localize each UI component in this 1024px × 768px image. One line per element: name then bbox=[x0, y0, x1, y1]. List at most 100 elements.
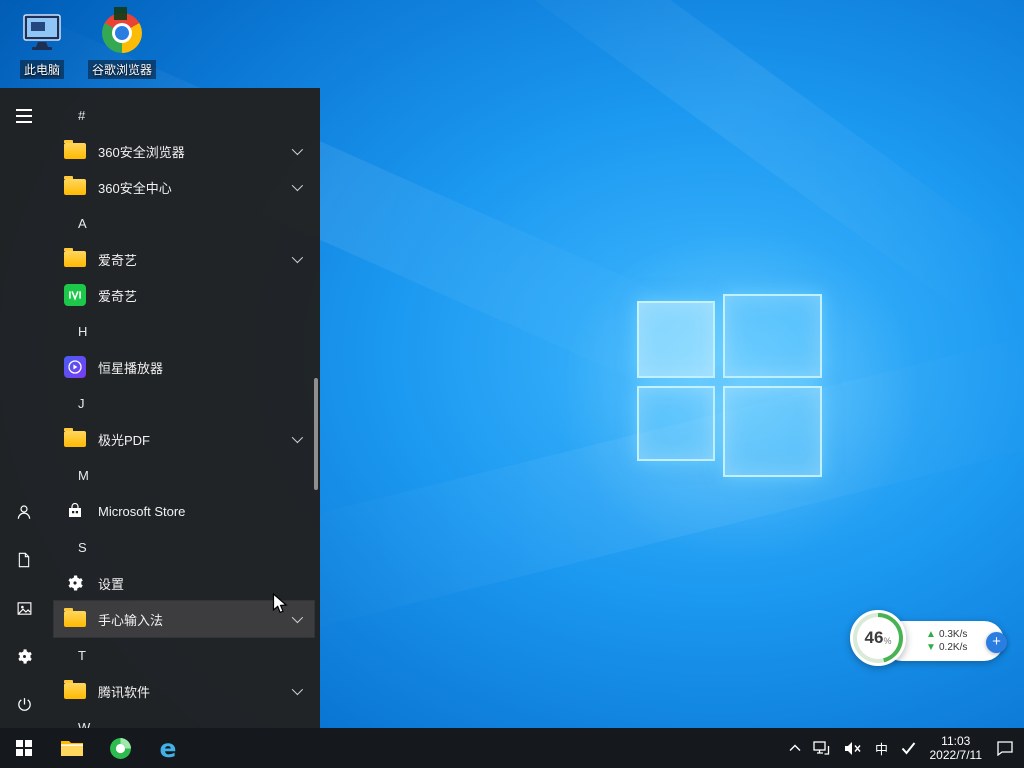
user-icon[interactable] bbox=[0, 488, 48, 536]
windows-logo-pane bbox=[637, 301, 715, 378]
start-app-list: # 360安全浏览器 360安全中心 A 爱奇艺 爱奇艺 H bbox=[48, 88, 320, 728]
start-item-label: 设置 bbox=[98, 574, 124, 593]
settings-gear-icon bbox=[64, 572, 86, 594]
iqiyi-icon bbox=[64, 284, 86, 306]
upload-speed: 0.3K/s bbox=[939, 629, 967, 641]
usage-percent-unit: % bbox=[883, 636, 891, 646]
upload-arrow-icon: ▲ bbox=[926, 629, 936, 641]
section-letter: W bbox=[64, 720, 90, 729]
microsoft-store-icon bbox=[64, 500, 86, 522]
start-section-t[interactable]: T bbox=[54, 637, 314, 673]
start-item-microsoft-store[interactable]: Microsoft Store bbox=[54, 493, 314, 529]
start-item-shouxin-ime[interactable]: 手心输入法 bbox=[54, 601, 314, 637]
start-section-m[interactable]: M bbox=[54, 457, 314, 493]
chevron-down-icon[interactable] bbox=[292, 252, 303, 263]
desktop-icon-this-pc[interactable]: 此电脑 bbox=[6, 8, 78, 79]
start-section-hash[interactable]: # bbox=[54, 97, 314, 133]
start-item-label: 腾讯软件 bbox=[98, 682, 150, 701]
start-item-label: 极光PDF bbox=[98, 430, 150, 449]
documents-icon[interactable] bbox=[0, 536, 48, 584]
this-pc-icon bbox=[20, 8, 64, 58]
start-item-label: 爱奇艺 bbox=[98, 250, 137, 269]
taskbar: e 中 11:03 2022/7/11 bbox=[0, 728, 1024, 768]
section-letter: A bbox=[64, 216, 87, 231]
power-icon[interactable] bbox=[0, 680, 48, 728]
download-speed: 0.2K/s bbox=[939, 642, 967, 654]
chevron-down-icon[interactable] bbox=[292, 432, 303, 443]
start-item-star-player[interactable]: 恒星播放器 bbox=[54, 349, 314, 385]
chevron-down-icon[interactable] bbox=[292, 144, 303, 155]
folder-icon bbox=[64, 431, 86, 447]
folder-icon bbox=[64, 683, 86, 699]
chevron-down-icon[interactable] bbox=[292, 612, 303, 623]
start-item-label: 爱奇艺 bbox=[98, 286, 137, 305]
folder-icon bbox=[64, 251, 86, 267]
start-section-s[interactable]: S bbox=[54, 529, 314, 565]
start-button[interactable] bbox=[0, 728, 48, 768]
folder-icon bbox=[64, 179, 86, 195]
green-browser-icon[interactable] bbox=[96, 728, 144, 768]
desktop-icon-label: 谷歌浏览器 bbox=[88, 60, 156, 79]
download-speed-row: ▼ 0.2K/s bbox=[926, 642, 967, 654]
section-letter: M bbox=[64, 468, 89, 483]
folder-icon bbox=[64, 143, 86, 159]
taskbar-clock[interactable]: 11:03 2022/7/11 bbox=[922, 728, 991, 768]
start-item-label: 360安全浏览器 bbox=[98, 142, 185, 161]
chevron-down-icon[interactable] bbox=[292, 684, 303, 695]
section-letter: H bbox=[64, 324, 87, 339]
start-item-label: 手心输入法 bbox=[98, 610, 163, 629]
float-ball-widget[interactable]: ▲ 0.3K/s ▼ 0.2K/s 46 % + bbox=[850, 608, 1010, 676]
start-item-iqiyi-app[interactable]: 爱奇艺 bbox=[54, 277, 314, 313]
start-menu: # 360安全浏览器 360安全中心 A 爱奇艺 爱奇艺 H bbox=[0, 88, 320, 728]
memory-usage-ball[interactable]: 46 % bbox=[850, 610, 906, 666]
hamburger-menu-icon[interactable] bbox=[0, 92, 48, 140]
start-item-label: 360安全中心 bbox=[98, 178, 172, 197]
start-item-settings[interactable]: 设置 bbox=[54, 565, 314, 601]
start-section-a[interactable]: A bbox=[54, 205, 314, 241]
upload-speed-row: ▲ 0.3K/s bbox=[926, 629, 967, 641]
chrome-badge bbox=[114, 7, 127, 20]
start-menu-scrollbar[interactable] bbox=[314, 378, 318, 490]
start-section-w[interactable]: W bbox=[54, 709, 314, 728]
download-arrow-icon: ▼ bbox=[926, 642, 936, 654]
pictures-icon[interactable] bbox=[0, 584, 48, 632]
chevron-down-icon[interactable] bbox=[292, 180, 303, 191]
file-explorer-icon[interactable] bbox=[48, 728, 96, 768]
windows-logo-pane bbox=[723, 386, 822, 477]
windows-logo-icon bbox=[16, 740, 32, 756]
settings-icon[interactable] bbox=[0, 632, 48, 680]
desktop-icons: 此电脑 谷歌浏览器 bbox=[6, 8, 166, 79]
start-item-jiguang-pdf[interactable]: 极光PDF bbox=[54, 421, 314, 457]
start-item-360-browser[interactable]: 360安全浏览器 bbox=[54, 133, 314, 169]
volume-muted-icon[interactable] bbox=[838, 728, 869, 768]
desktop-icon-label: 此电脑 bbox=[20, 60, 64, 79]
section-letter: # bbox=[64, 108, 85, 123]
start-item-360-center[interactable]: 360安全中心 bbox=[54, 169, 314, 205]
windows-logo-pane bbox=[637, 386, 715, 461]
start-item-tencent[interactable]: 腾讯软件 bbox=[54, 673, 314, 709]
ime-indicator[interactable]: 中 bbox=[869, 728, 895, 768]
start-item-label: Microsoft Store bbox=[98, 504, 185, 519]
network-icon[interactable] bbox=[807, 728, 838, 768]
folder-icon bbox=[64, 611, 86, 627]
star-player-icon bbox=[64, 356, 86, 378]
start-item-iqiyi-folder[interactable]: 爱奇艺 bbox=[54, 241, 314, 277]
desktop-icon-chrome[interactable]: 谷歌浏览器 bbox=[86, 8, 158, 79]
windows-logo-pane bbox=[723, 294, 822, 378]
clock-time: 11:03 bbox=[930, 734, 983, 748]
start-menu-rail bbox=[0, 88, 48, 728]
start-section-j[interactable]: J bbox=[54, 385, 314, 421]
start-section-h[interactable]: H bbox=[54, 313, 314, 349]
edge-browser-icon[interactable]: e bbox=[144, 728, 192, 768]
hidden-icons-chevron[interactable] bbox=[783, 728, 807, 768]
section-letter: S bbox=[64, 540, 87, 555]
chrome-icon bbox=[102, 8, 142, 58]
widget-plus-button[interactable]: + bbox=[986, 632, 1007, 653]
system-tray: 中 11:03 2022/7/11 bbox=[783, 728, 1024, 768]
start-item-label: 恒星播放器 bbox=[98, 358, 163, 377]
security-check-icon[interactable] bbox=[895, 728, 922, 768]
action-center-icon[interactable] bbox=[990, 728, 1024, 768]
clock-date: 2022/7/11 bbox=[930, 748, 983, 762]
section-letter: T bbox=[64, 648, 86, 663]
usage-percent: 46 bbox=[865, 628, 884, 648]
